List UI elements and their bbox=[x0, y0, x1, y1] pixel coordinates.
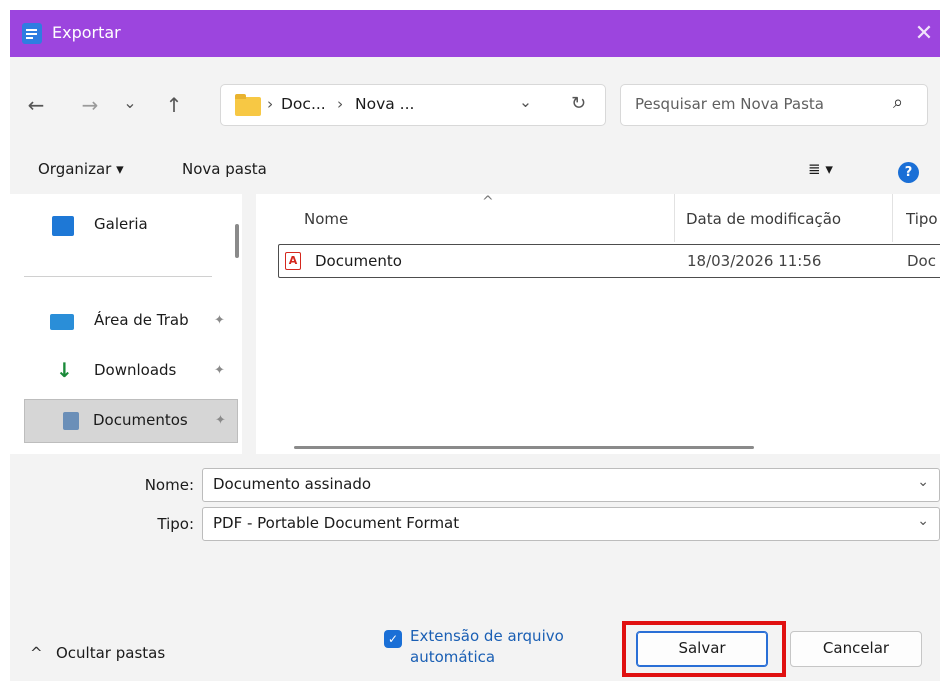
sidebar-divider bbox=[24, 276, 212, 277]
column-header-name[interactable]: Nome bbox=[304, 210, 348, 228]
sidebar-item-galeria[interactable]: Galeria bbox=[24, 206, 230, 246]
file-name-label: Nome: bbox=[144, 476, 194, 494]
dialog-footer: ^ Ocultar pastas ✓ Extensão de arquivo a… bbox=[10, 604, 940, 681]
auto-extension-label[interactable]: Extensão de arquivo automática bbox=[410, 626, 600, 668]
sidebar-item-documentos[interactable]: Documentos ✦ bbox=[24, 399, 238, 443]
sidebar-item-label: Galeria bbox=[94, 215, 148, 233]
chevron-down-icon[interactable]: ⌄ bbox=[917, 474, 929, 490]
pdf-file-icon: A bbox=[285, 252, 301, 270]
view-options-icon[interactable]: ≣ ▾ bbox=[808, 160, 833, 178]
cancel-button[interactable]: Cancelar bbox=[790, 631, 922, 667]
app-document-icon bbox=[22, 23, 42, 44]
search-placeholder[interactable]: Pesquisar em Nova Pasta bbox=[635, 95, 824, 113]
breadcrumb-separator-icon: › bbox=[337, 95, 344, 113]
auto-extension-checkbox[interactable]: ✓ bbox=[384, 630, 402, 648]
up-arrow-icon[interactable]: ↑ bbox=[160, 91, 188, 119]
sort-ascending-icon: ^ bbox=[482, 194, 494, 210]
table-row[interactable]: A Documento 18/03/2026 11:56 Doc bbox=[278, 244, 940, 278]
close-icon[interactable]: ✕ bbox=[908, 18, 940, 50]
download-icon: ↓ bbox=[56, 358, 73, 382]
pin-icon: ✦ bbox=[214, 363, 225, 378]
sidebar-scrollbar-thumb[interactable] bbox=[235, 224, 239, 258]
column-header-modified[interactable]: Data de modificação bbox=[686, 210, 841, 228]
navigation-pane: Galeria Área de Trab ✦ ↓ Downloads ✦ Doc… bbox=[10, 194, 242, 454]
save-button[interactable]: Salvar bbox=[636, 631, 768, 667]
file-list: ^ Nome Data de modificação Tipo A Docume… bbox=[256, 194, 940, 454]
forward-arrow-icon[interactable]: → bbox=[76, 91, 104, 119]
breadcrumb-separator-icon: › bbox=[267, 95, 274, 113]
column-header-type[interactable]: Tipo bbox=[906, 210, 940, 228]
documents-icon bbox=[63, 412, 79, 430]
back-arrow-icon[interactable]: ← bbox=[22, 91, 50, 119]
address-bar[interactable]: › Doc... › Nova ... ⌄ ↻ bbox=[220, 84, 606, 126]
desktop-icon bbox=[50, 314, 74, 330]
sidebar-item-area-de-trabalho[interactable]: Área de Trab ✦ bbox=[24, 302, 230, 342]
file-type-value[interactable]: PDF - Portable Document Format bbox=[213, 514, 459, 532]
export-dialog: Exportar ✕ ← → ⌄ ↑ › Doc... › Nova ... ⌄… bbox=[10, 10, 940, 681]
gallery-icon bbox=[52, 216, 74, 236]
sidebar-item-label: Downloads bbox=[94, 361, 177, 379]
pin-icon: ✦ bbox=[214, 313, 225, 328]
file-name-value[interactable]: Documento assinado bbox=[213, 475, 371, 493]
breadcrumb-nova-pasta[interactable]: Nova ... bbox=[355, 95, 414, 113]
sidebar-item-downloads[interactable]: ↓ Downloads ✦ bbox=[24, 352, 230, 392]
chevron-down-icon[interactable]: ⌄ bbox=[917, 513, 929, 529]
search-icon[interactable]: ⌕ bbox=[893, 92, 903, 113]
column-separator[interactable] bbox=[674, 194, 675, 242]
file-type-select[interactable]: PDF - Portable Document Format ⌄ bbox=[202, 507, 940, 541]
command-bar: Organizar ▾ Nova pasta ≣ ▾ ? bbox=[10, 151, 940, 194]
title-bar: Exportar ✕ bbox=[10, 10, 940, 57]
sidebar-item-label: Documentos bbox=[93, 411, 188, 429]
folder-icon bbox=[235, 94, 261, 116]
organize-menu-button[interactable]: Organizar ▾ bbox=[38, 160, 124, 178]
recent-locations-chevron-icon[interactable]: ⌄ bbox=[116, 89, 144, 117]
search-box[interactable]: Pesquisar em Nova Pasta ⌕ bbox=[620, 84, 928, 126]
page-margin-left bbox=[0, 0, 10, 681]
navigation-bar: ← → ⌄ ↑ › Doc... › Nova ... ⌄ ↻ Pesquisa… bbox=[10, 57, 940, 151]
window-title: Exportar bbox=[52, 23, 121, 42]
file-type: Doc bbox=[907, 252, 936, 270]
hide-folders-button[interactable]: Ocultar pastas bbox=[56, 644, 165, 662]
address-dropdown-icon[interactable]: ⌄ bbox=[519, 93, 532, 111]
page-margin-top bbox=[0, 0, 940, 10]
chevron-up-icon[interactable]: ^ bbox=[30, 644, 43, 662]
save-form: Nome: Documento assinado ⌄ Tipo: PDF - P… bbox=[10, 454, 940, 604]
column-separator[interactable] bbox=[892, 194, 893, 242]
file-type-label: Tipo: bbox=[157, 515, 194, 533]
new-folder-button[interactable]: Nova pasta bbox=[182, 160, 267, 178]
file-name: Documento bbox=[315, 252, 402, 270]
pin-icon: ✦ bbox=[215, 413, 226, 428]
breadcrumb-documents[interactable]: Doc... bbox=[281, 95, 326, 113]
help-icon[interactable]: ? bbox=[898, 162, 919, 183]
file-modified: 18/03/2026 11:56 bbox=[687, 252, 822, 270]
file-name-input[interactable]: Documento assinado ⌄ bbox=[202, 468, 940, 502]
horizontal-scrollbar[interactable] bbox=[266, 440, 926, 454]
horizontal-scrollbar-thumb[interactable] bbox=[294, 446, 754, 449]
refresh-icon[interactable]: ↻ bbox=[571, 93, 586, 114]
sidebar-item-label: Área de Trab bbox=[94, 311, 189, 329]
